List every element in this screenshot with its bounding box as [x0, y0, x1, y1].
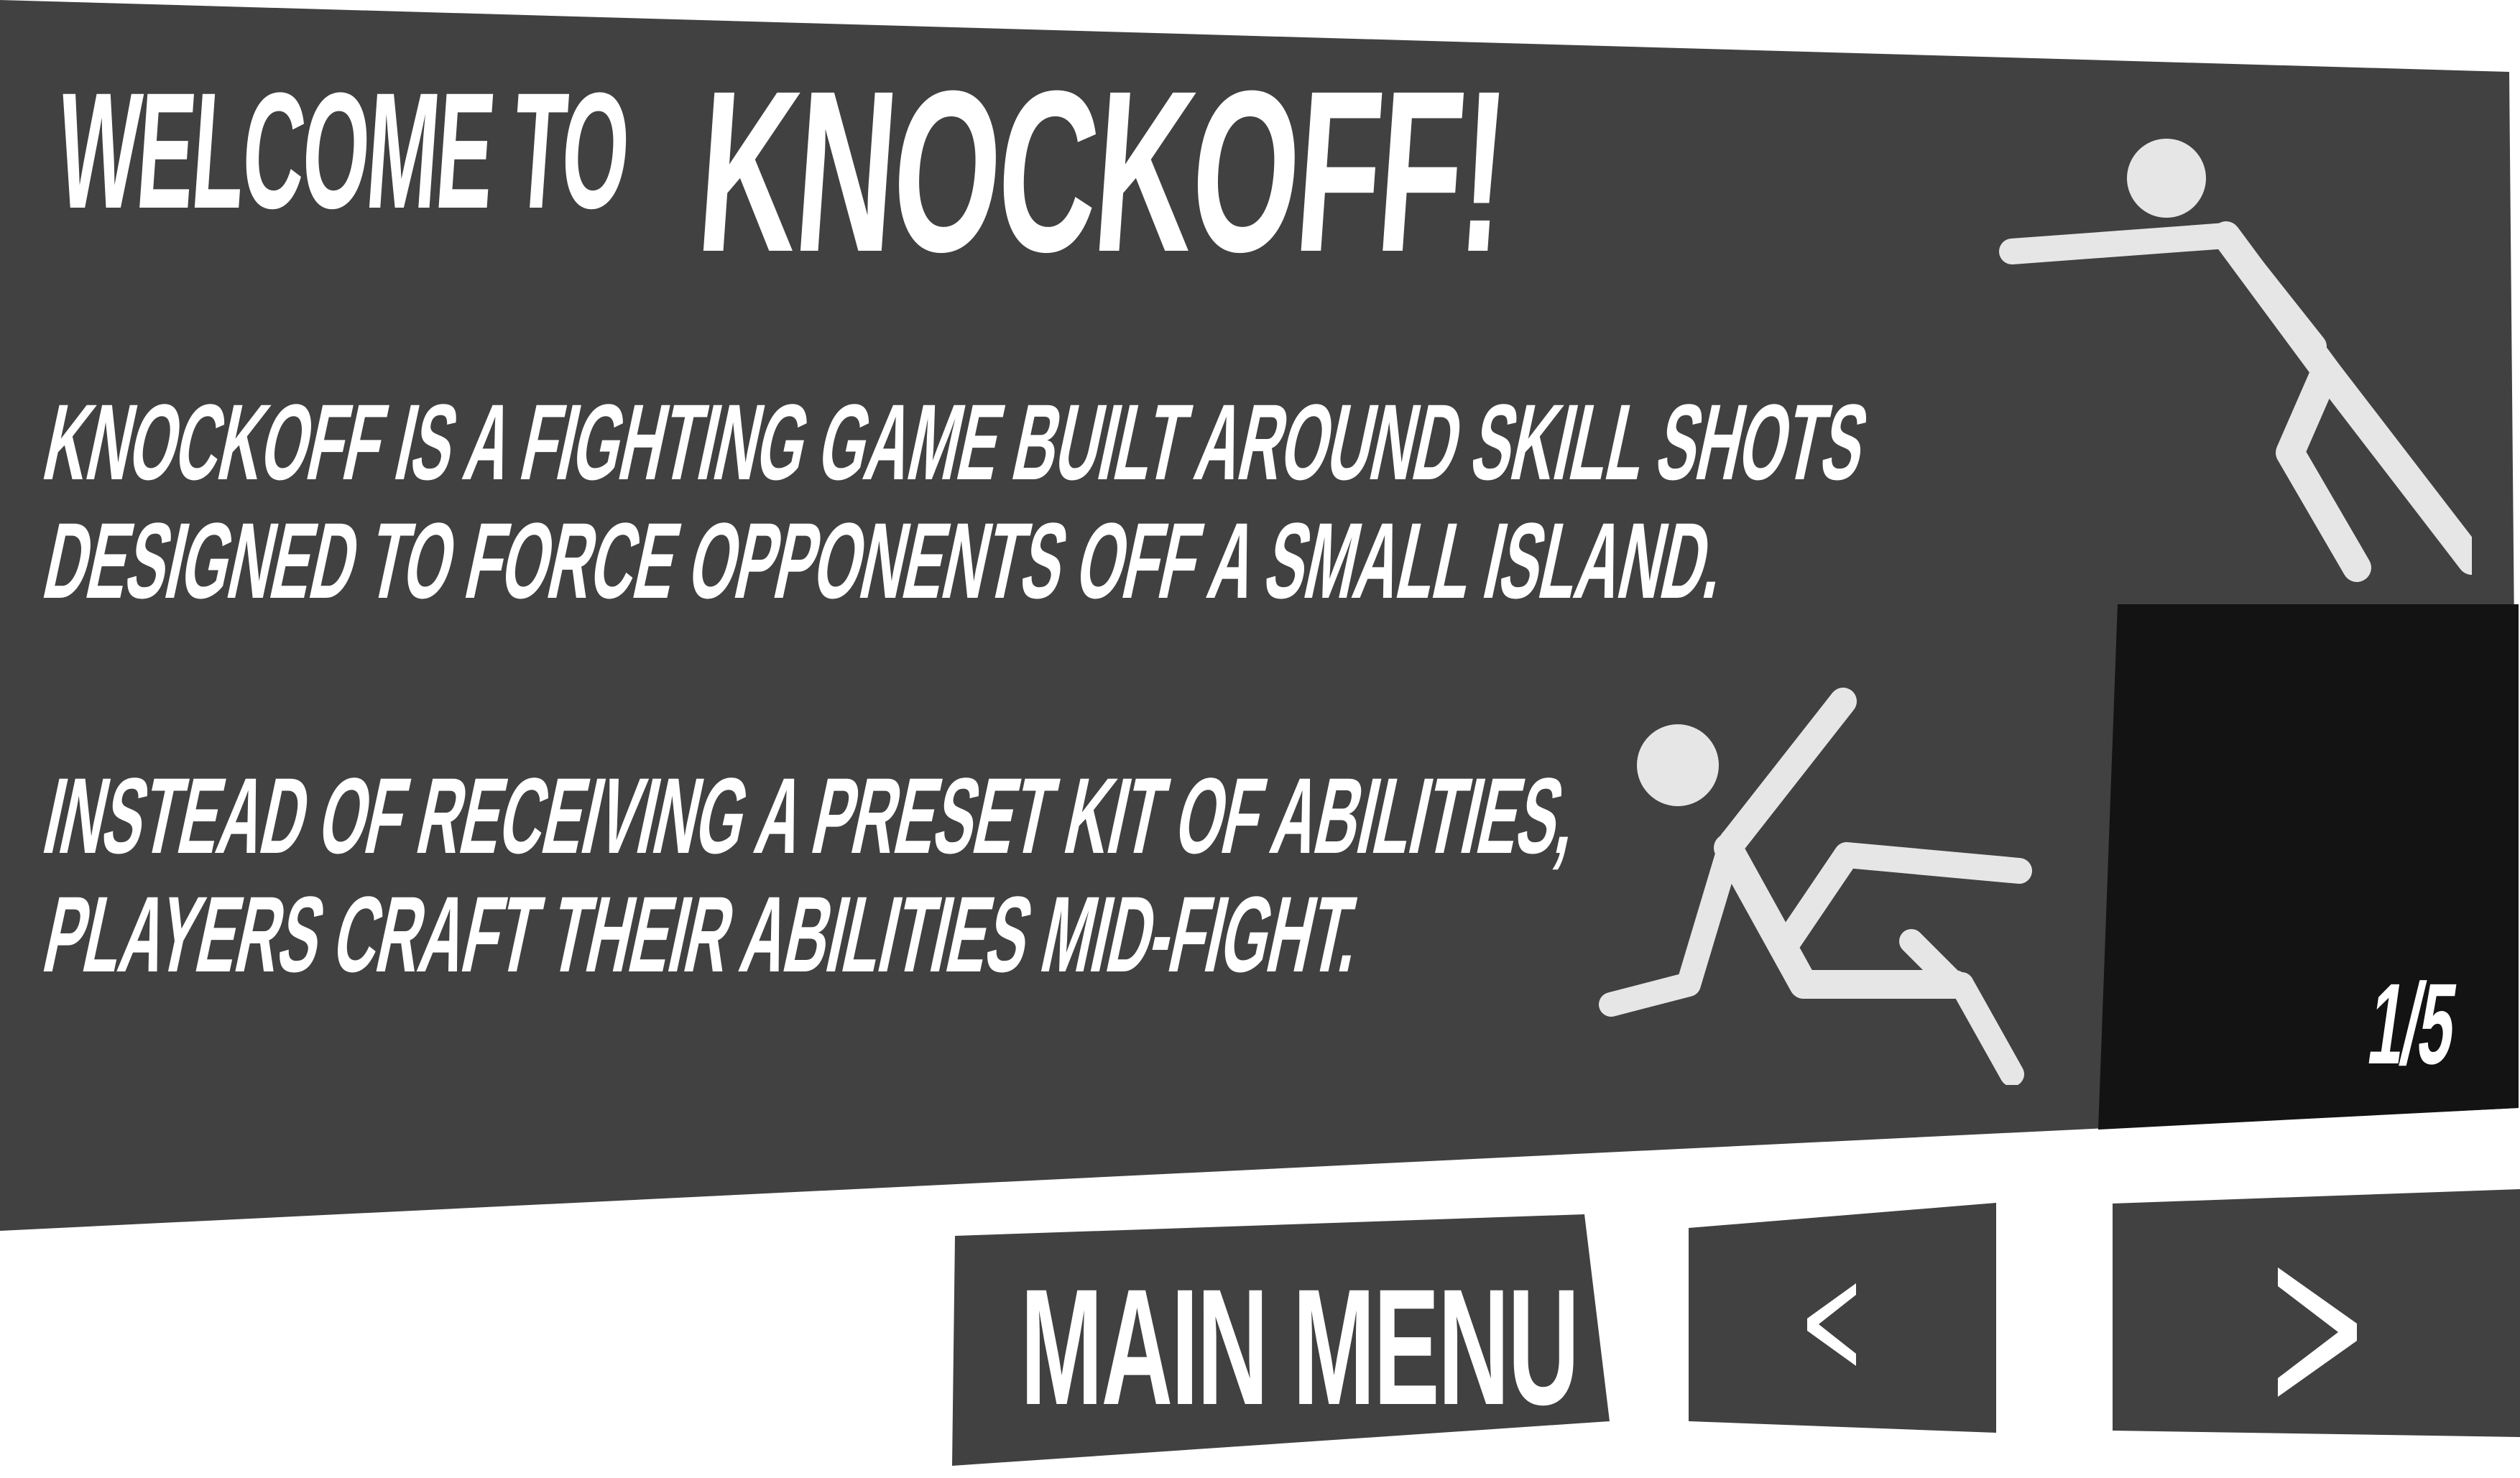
description-line: PLAYERS CRAFT THEIR ABILITIES MID-FIGHT. — [34, 874, 1372, 994]
page-indicator: 1/5 — [2361, 959, 2463, 1088]
main-menu-label: MAIN MENU — [1020, 1255, 1579, 1439]
tutorial-screen: WELCOME TO KNOCKOFF! KNOCKOFF IS A FIGHT… — [0, 0, 2520, 1478]
description-line: INSTEAD OF RECEIVING A PRESET KIT OF ABI… — [34, 755, 1589, 876]
pushing-figure-icon — [1999, 139, 2472, 582]
title-prefix: WELCOME TO — [52, 58, 634, 243]
island-platform — [2098, 604, 2519, 1130]
description-line: DESIGNED TO FORCE OPPONENTS OFF A SMALL … — [34, 500, 1737, 621]
description-line: KNOCKOFF IS A FIGHTING GAME BUILT AROUND… — [34, 382, 1878, 502]
game-title: KNOCKOFF! — [691, 42, 1513, 300]
chevron-left-icon — [1807, 1283, 1856, 1366]
chevron-right-icon — [2278, 1267, 2357, 1397]
falling-figure-icon — [1599, 688, 2032, 1085]
